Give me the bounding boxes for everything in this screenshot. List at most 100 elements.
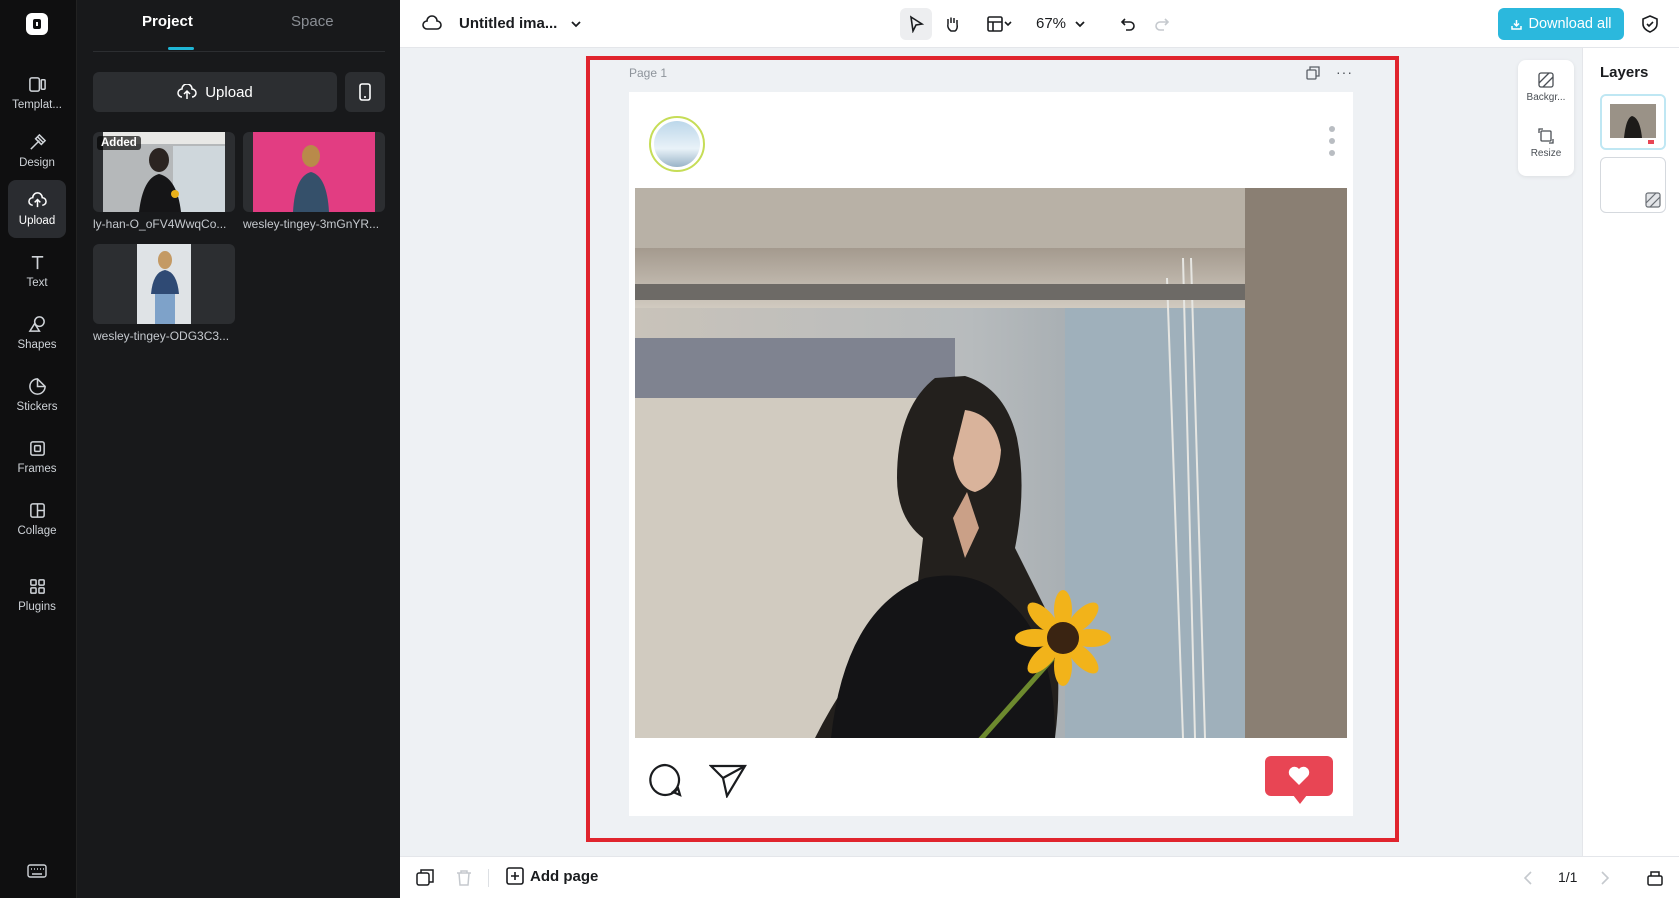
page-tools: Backgr... Resize: [1518, 60, 1574, 176]
layer-item-background[interactable]: [1600, 157, 1666, 213]
phone-icon: [359, 83, 371, 101]
social-post-card[interactable]: [629, 92, 1353, 816]
download-all-button[interactable]: Download all: [1498, 8, 1624, 40]
download-all-label: Download all: [1528, 16, 1612, 32]
zoom-dropdown[interactable]: [1070, 8, 1090, 40]
rail-label: Shapes: [17, 339, 57, 351]
chevron-left-icon[interactable]: [1520, 869, 1538, 887]
tab-project[interactable]: Project: [142, 13, 193, 30]
layer-item-photo[interactable]: [1600, 94, 1666, 150]
left-rail: Templat... Design Upload Text Shapes Sti…: [0, 0, 76, 898]
asset-name: wesley-tingey-3mGnYR...: [243, 217, 380, 231]
divider: [488, 869, 489, 887]
like-badge[interactable]: [1265, 756, 1333, 804]
upload-cloud-icon: [27, 192, 47, 208]
layers-panel: Layers: [1582, 48, 1679, 856]
rail-item-upload[interactable]: Upload: [8, 180, 66, 238]
resize-button[interactable]: Resize: [1518, 128, 1574, 159]
redo-button[interactable]: [1146, 8, 1178, 40]
asset-thumbnail[interactable]: Added: [93, 132, 235, 212]
duplicate-page-icon[interactable]: [1306, 66, 1320, 80]
post-photo[interactable]: [635, 188, 1347, 738]
rail-item-design[interactable]: Design: [8, 122, 66, 180]
pages-panel-icon[interactable]: [1646, 869, 1664, 887]
cloud-sync-icon[interactable]: [422, 14, 442, 34]
shapes-icon: [28, 316, 45, 332]
page-more-menu[interactable]: ···: [1336, 64, 1353, 80]
asset-image: [253, 132, 375, 212]
bottom-bar: Add page 1/1: [400, 856, 1679, 898]
background-icon: [1645, 192, 1661, 208]
rail-item-text[interactable]: Text: [8, 242, 66, 300]
keyboard-icon[interactable]: [27, 864, 47, 878]
app-logo-icon[interactable]: [26, 13, 48, 35]
rail-item-collage[interactable]: Collage: [8, 490, 66, 548]
background-icon: [1538, 72, 1554, 88]
tab-space[interactable]: Space: [291, 13, 334, 30]
rail-label: Text: [26, 277, 48, 289]
rail-item-templates[interactable]: Templat...: [8, 64, 66, 122]
undo-button[interactable]: [1112, 8, 1144, 40]
phone-upload-button[interactable]: [345, 72, 385, 112]
upload-button[interactable]: Upload: [93, 72, 337, 112]
asset-image: [137, 244, 191, 324]
add-page-button[interactable]: Add page: [506, 867, 598, 885]
asset-name: ly-han-O_oFV4WwqCo...: [93, 217, 227, 231]
comment-icon[interactable]: [647, 762, 683, 798]
upload-button-label: Upload: [205, 83, 253, 101]
layout-icon: [987, 16, 1012, 32]
upload-cloud-icon: [177, 84, 197, 99]
layers-title: Layers: [1600, 64, 1649, 81]
select-tool-button[interactable]: [900, 8, 932, 40]
canvas-area[interactable]: Page 1 ···: [400, 48, 1582, 856]
chevron-right-icon[interactable]: [1595, 869, 1613, 887]
chevron-down-icon: [1075, 21, 1085, 28]
chevron-down-icon[interactable]: [570, 18, 582, 30]
rail-label: Frames: [17, 463, 57, 475]
asset-name: wesley-tingey-ODG3C3...: [93, 329, 230, 343]
page-counter: 1/1: [1558, 869, 1578, 885]
document-title[interactable]: Untitled ima...: [459, 15, 557, 32]
layout-menu-button[interactable]: [980, 8, 1020, 40]
zoom-level[interactable]: 67%: [1036, 15, 1066, 32]
heart-icon: [1288, 766, 1310, 785]
added-badge: Added: [97, 136, 141, 150]
design-icon: [29, 133, 46, 150]
redo-icon: [1155, 18, 1170, 31]
shield-check-icon[interactable]: [1640, 14, 1660, 34]
rail-label: Plugins: [18, 601, 56, 613]
send-icon[interactable]: [709, 762, 747, 798]
undo-icon: [1120, 18, 1135, 31]
templates-icon: [28, 77, 46, 92]
hand-tool-button[interactable]: [936, 8, 968, 40]
tab-active-indicator: [168, 47, 194, 50]
add-page-label: Add page: [530, 867, 599, 885]
rail-label: Collage: [17, 525, 57, 537]
rail-item-plugins[interactable]: Plugins: [8, 566, 66, 624]
frames-icon: [29, 441, 45, 456]
assets-panel: Project Space Upload Added ly-han-O_oFV4…: [76, 0, 400, 898]
avatar[interactable]: [649, 116, 705, 172]
plugins-icon: [29, 579, 45, 594]
resize-icon: [1538, 128, 1554, 144]
rail-item-stickers[interactable]: Stickers: [8, 366, 66, 424]
rail-label: Stickers: [16, 401, 58, 413]
top-toolbar: Untitled ima... 67% Download all: [400, 0, 1679, 48]
pointer-icon: [909, 15, 925, 33]
rail-label: Upload: [18, 215, 56, 227]
asset-thumbnail[interactable]: [93, 244, 235, 324]
rail-label: Design: [19, 157, 55, 169]
collage-icon: [29, 503, 45, 518]
background-button[interactable]: Backgr...: [1518, 72, 1574, 103]
more-vertical-icon[interactable]: [1329, 126, 1337, 160]
stickers-icon: [28, 378, 46, 395]
rail-item-shapes[interactable]: Shapes: [8, 304, 66, 362]
asset-thumbnail[interactable]: [243, 132, 385, 212]
hand-icon: [947, 17, 958, 32]
rail-label: Templat...: [12, 99, 62, 111]
page-label: Page 1: [629, 66, 668, 80]
copy-page-icon[interactable]: [416, 869, 434, 887]
add-page-icon: [506, 867, 524, 885]
rail-item-frames[interactable]: Frames: [8, 428, 66, 486]
trash-icon[interactable]: [455, 869, 473, 887]
